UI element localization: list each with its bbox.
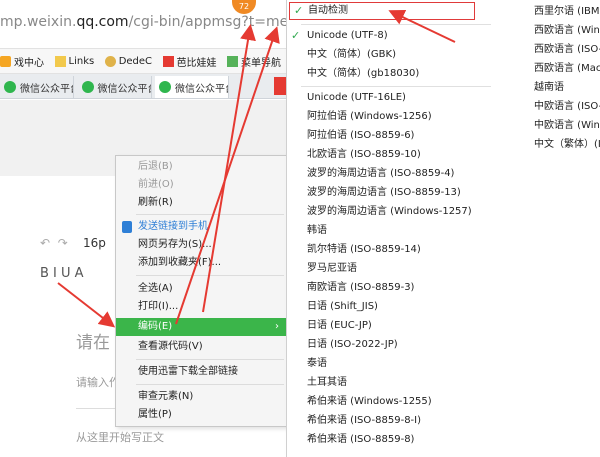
annotation-arrows bbox=[57, 9, 456, 328]
arrow-to-encoding bbox=[57, 282, 116, 328]
arrow-to-auto-detect bbox=[202, 24, 256, 313]
arrow-from-right bbox=[388, 9, 456, 43]
